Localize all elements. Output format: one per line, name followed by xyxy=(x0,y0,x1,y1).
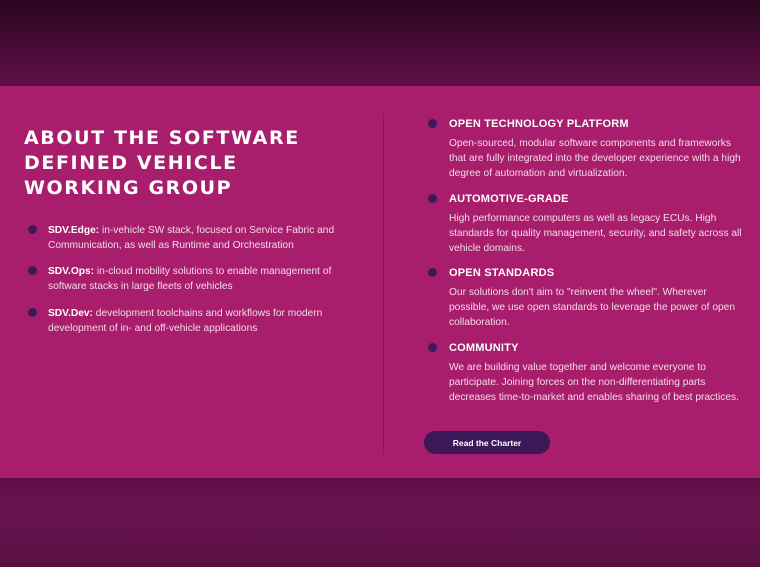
bullet-dot-icon xyxy=(28,225,37,234)
left-list-item-edge: SDV.Edge: in-vehicle SW stack, focused o… xyxy=(48,223,348,253)
list-item-term: SDV.Edge: xyxy=(48,225,100,236)
left-list-item-ops: SDV.Ops: in-cloud mobility solutions to … xyxy=(48,264,348,294)
bullet-dot-icon xyxy=(428,343,437,352)
bullet-dot-icon xyxy=(28,266,37,275)
top-background-band xyxy=(0,0,760,86)
bullet-dot-icon xyxy=(28,308,37,317)
list-item-term: SDV.Dev: xyxy=(48,308,93,319)
bottom-background-band xyxy=(0,478,760,567)
read-the-charter-button[interactable]: Read the Charter xyxy=(424,431,550,454)
bullet-dot-icon xyxy=(428,119,437,128)
column-divider xyxy=(383,113,384,455)
bullet-dot-icon xyxy=(428,268,437,277)
feature-heading: COMMUNITY xyxy=(449,342,519,354)
feature-description: Our solutions don't aim to "reinvent the… xyxy=(449,287,736,328)
feature-heading: OPEN STANDARDS xyxy=(449,267,555,279)
feature-description: Open-sourced, modular software component… xyxy=(449,138,741,179)
feature-description: High performance computers as well as le… xyxy=(449,213,742,254)
bullet-dot-icon xyxy=(428,194,437,203)
left-list-item-dev: SDV.Dev: development toolchains and work… xyxy=(48,306,348,336)
section-title: ABOUT THE SOFTWARE DEFINED VEHICLE WORKI… xyxy=(24,127,300,199)
feature-heading: AUTOMOTIVE-GRADE xyxy=(449,193,569,205)
feature-heading: OPEN TECHNOLOGY PLATFORM xyxy=(449,118,629,130)
list-item-term: SDV.Ops: xyxy=(48,266,95,277)
feature-description: We are building value together and welco… xyxy=(449,362,739,403)
